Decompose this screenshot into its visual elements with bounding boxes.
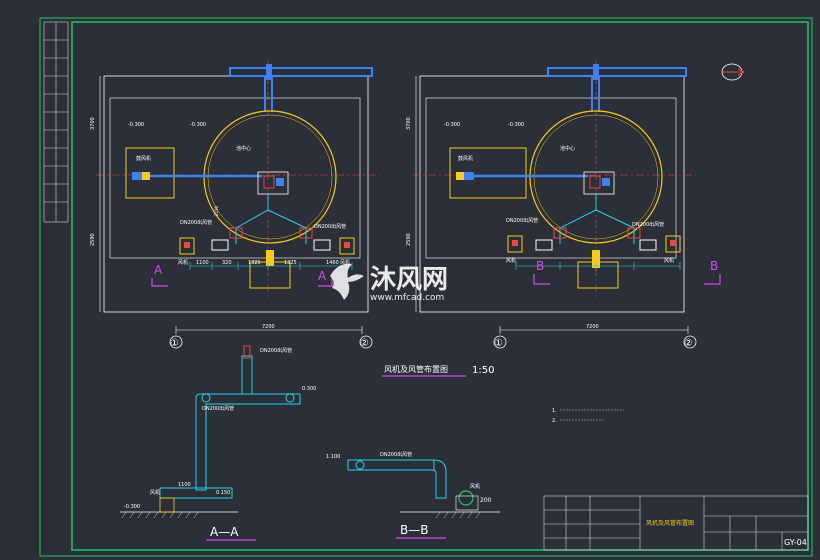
watermark-url: www.mfcad.com <box>370 293 444 303</box>
eq-label: 风机 <box>470 483 480 490</box>
plan-title: 风机及风管布置图 <box>384 364 448 374</box>
svg-text:②: ② <box>360 338 369 349</box>
level-top: 0.300 <box>302 386 316 392</box>
level-a: -0.300 <box>444 122 460 128</box>
dim-h4: 1325 <box>284 260 297 266</box>
section-mark-left: A <box>154 263 163 277</box>
svg-text:①: ① <box>494 338 503 349</box>
section-mark-left: B <box>536 259 544 273</box>
air-pipe-header <box>229 64 373 112</box>
notes: 1. 2. <box>552 408 624 424</box>
section-bb-title: B—B <box>400 523 428 537</box>
watermark-brand: 沐风网 <box>370 265 448 295</box>
svg-text:②: ② <box>684 338 693 349</box>
watermark: 沐风网 www.mfcad.com <box>330 263 448 303</box>
building-outline <box>419 75 685 313</box>
level-b: -0.300 <box>508 122 524 128</box>
tank-label: 池中心 <box>236 145 251 152</box>
section-arrow-left <box>533 274 550 285</box>
title-block-drawing-title: 风机及风管布置图 <box>646 519 694 527</box>
dim-v2: 2590 <box>90 233 96 246</box>
dim-h5: 1460 <box>326 260 339 266</box>
dim: 200 <box>480 497 492 504</box>
margin-stamp-table <box>43 21 69 223</box>
equipment-left-label: 风机 <box>178 259 188 266</box>
section-aa-pipe <box>159 345 301 499</box>
building-outline <box>103 75 369 313</box>
blower-base <box>159 497 175 513</box>
blower-box-label: 鼓风机 <box>136 155 151 162</box>
ground-hatch <box>121 511 199 519</box>
section-bb-pipe <box>347 459 447 499</box>
level: 1.100 <box>326 454 340 460</box>
pipe-label-b: DN200出风管 <box>632 221 664 228</box>
svg-text:2.: 2. <box>552 418 557 424</box>
center-valve <box>583 171 615 195</box>
section-arrow-left <box>151 278 168 287</box>
eq-label: 风机 <box>150 489 160 496</box>
section-aa-title: A—A <box>210 525 239 539</box>
ground-hatch <box>435 511 481 519</box>
section-arrow-right <box>704 274 721 285</box>
cad-drawing: 鼓风机 风机 风机 1100 320 1325 1325 1460 7200 3… <box>39 17 813 557</box>
section-bb: DN200出风管 1.100 200 风机 B—B <box>326 451 500 539</box>
plan-left: 鼓风机 风机 风机 1100 320 1325 1325 1460 7200 3… <box>90 60 380 349</box>
plan-right: 鼓风机 风机 风机 7200 3700 2590 -0.300 -0.300 池… <box>406 60 721 349</box>
section-mark-right: A <box>318 269 327 283</box>
dim: 1100 <box>178 482 191 488</box>
section-mark-right: B <box>710 259 718 273</box>
dim-v1: 3700 <box>406 117 412 130</box>
dim-h3: 1325 <box>248 260 261 266</box>
pipe-label: DN200出风管 <box>380 451 412 458</box>
level-b: -0.300 <box>190 122 206 128</box>
svg-text:①: ① <box>170 338 179 349</box>
equipment-left-label: 风机 <box>506 257 516 264</box>
dim-v2: 2590 <box>406 233 412 246</box>
center-valve <box>257 171 289 195</box>
pipe-label-a: DN200出风管 <box>506 217 538 224</box>
level-bottom: -0.300 <box>124 504 140 510</box>
dim-h1: 1100 <box>196 260 209 266</box>
svg-text:1.: 1. <box>552 408 557 414</box>
blower-icon <box>458 490 474 506</box>
pipe-label: DN200出风管 <box>260 347 292 354</box>
blower-box-label: 鼓风机 <box>458 155 473 162</box>
air-pipe-header <box>547 64 687 112</box>
equipment-right-label: 风机 <box>664 257 674 264</box>
dim-v3: 2190 <box>214 205 219 216</box>
dim-h2: 320 <box>222 260 232 266</box>
dim-total: 7200 <box>262 324 275 330</box>
dim-v1: 3700 <box>90 117 96 130</box>
tank-label: 池中心 <box>560 145 575 152</box>
pipe-label-a: DN200出风管 <box>180 219 212 226</box>
title-block-drawing-no: GY-04 <box>784 538 807 547</box>
level-mid: 0.150 <box>216 490 230 496</box>
pipe-label-2: DN200出风管 <box>202 405 234 412</box>
pipe-label-b: DN200出风管 <box>314 223 346 230</box>
dim-total: 7200 <box>586 324 599 330</box>
level-a: -0.300 <box>128 122 144 128</box>
plan-scale: 1:50 <box>472 365 494 376</box>
section-aa: DN200出风管 DN200出风管 0.300 0.150 -0.300 110… <box>120 345 316 541</box>
north-arrow-icon <box>721 63 745 81</box>
watermark-logo-icon <box>330 263 364 300</box>
